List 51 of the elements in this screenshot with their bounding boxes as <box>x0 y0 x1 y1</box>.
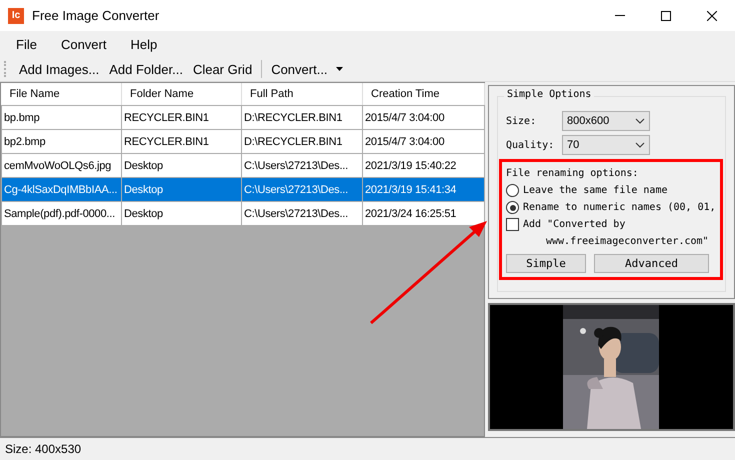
table-cell: Desktop <box>122 202 242 226</box>
radio-label: Rename to numeric names (00, 01, <box>523 202 716 213</box>
convert-dropdown[interactable]: Convert... <box>266 60 348 78</box>
table-cell: RECYCLER.BIN1 <box>122 106 242 130</box>
table-row[interactable]: bp2.bmp RECYCLER.BIN1 D:\RECYCLER.BIN1 2015/4/7 3:04:00 <box>2 130 484 154</box>
checkbox-label: www.freeimageconverter.com" <box>546 236 709 247</box>
chevron-icon <box>635 142 645 148</box>
checkbox-label: Add "Converted by <box>523 219 626 230</box>
table-cell: bp.bmp <box>2 106 122 130</box>
table-cell: D:\RECYCLER.BIN1 <box>242 130 362 154</box>
menu-item[interactable]: Help <box>122 34 166 54</box>
table-row[interactable]: Cg-4klSaxDqIMBbIAA... Desktop C:\Users\27213\Des... 2021/3/19 15:41:34 <box>2 178 484 202</box>
mode-button[interactable]: Simple <box>506 254 586 273</box>
checkbox[interactable] <box>506 218 519 231</box>
table-cell: Cg-4klSaxDqIMBbIAA... <box>2 178 122 202</box>
table-cell: C:\Users\27213\Des... <box>242 202 362 226</box>
quality-dropdown[interactable]: 70 <box>562 135 650 155</box>
chevron-icon <box>635 118 645 124</box>
caret-icon <box>336 67 343 71</box>
radio-button[interactable] <box>506 201 519 214</box>
group-title: Simple Options <box>504 89 594 100</box>
table-cell: C:\Users\27213\Des... <box>242 178 362 202</box>
app-logo: Ic <box>8 8 24 24</box>
section-label: File renaming options: <box>506 168 638 179</box>
column-header[interactable]: Full Path <box>242 83 362 106</box>
radio-button[interactable] <box>506 184 519 197</box>
table-cell: 2015/4/7 3:04:00 <box>362 130 484 154</box>
menu-item[interactable]: Convert <box>52 34 114 54</box>
table-cell: D:\RECYCLER.BIN1 <box>242 106 362 130</box>
column-header[interactable]: File Name <box>2 83 122 106</box>
menu-item[interactable]: File <box>8 34 45 54</box>
table-cell: 2021/3/19 15:41:34 <box>362 178 484 202</box>
size-dropdown[interactable]: 800x600 <box>562 111 650 131</box>
column-header[interactable]: Creation Time <box>362 83 484 106</box>
status-text: Size: 400x530 <box>0 437 735 460</box>
table-cell: Sample(pdf).pdf-0000... <box>2 202 122 226</box>
table-row[interactable]: bp.bmp RECYCLER.BIN1 D:\RECYCLER.BIN1 2015/4/7 3:04:00 <box>2 106 484 130</box>
quality-label: Quality: <box>506 140 556 150</box>
table-cell: RECYCLER.BIN1 <box>122 130 242 154</box>
mode-button[interactable]: Advanced <box>594 254 709 273</box>
window-title: Free Image Converter <box>32 8 160 23</box>
column-header[interactable]: Folder Name <box>122 83 242 106</box>
size-label: Size: <box>506 116 538 126</box>
table-cell: 2015/4/7 3:04:00 <box>362 106 484 130</box>
table-cell: Desktop <box>122 178 242 202</box>
table-cell: bp2.bmp <box>2 130 122 154</box>
toolbar-button[interactable]: Clear Grid <box>188 60 258 78</box>
table-row[interactable]: Sample(pdf).pdf-0000... Desktop C:\Users\27213\Des... 2021/3/24 16:25:51 <box>2 202 484 226</box>
toolbar-button[interactable]: Add Folder... <box>104 60 188 78</box>
radio-label: Leave the same file name <box>523 185 668 196</box>
toolbar-button[interactable]: Add Images... <box>14 60 104 78</box>
